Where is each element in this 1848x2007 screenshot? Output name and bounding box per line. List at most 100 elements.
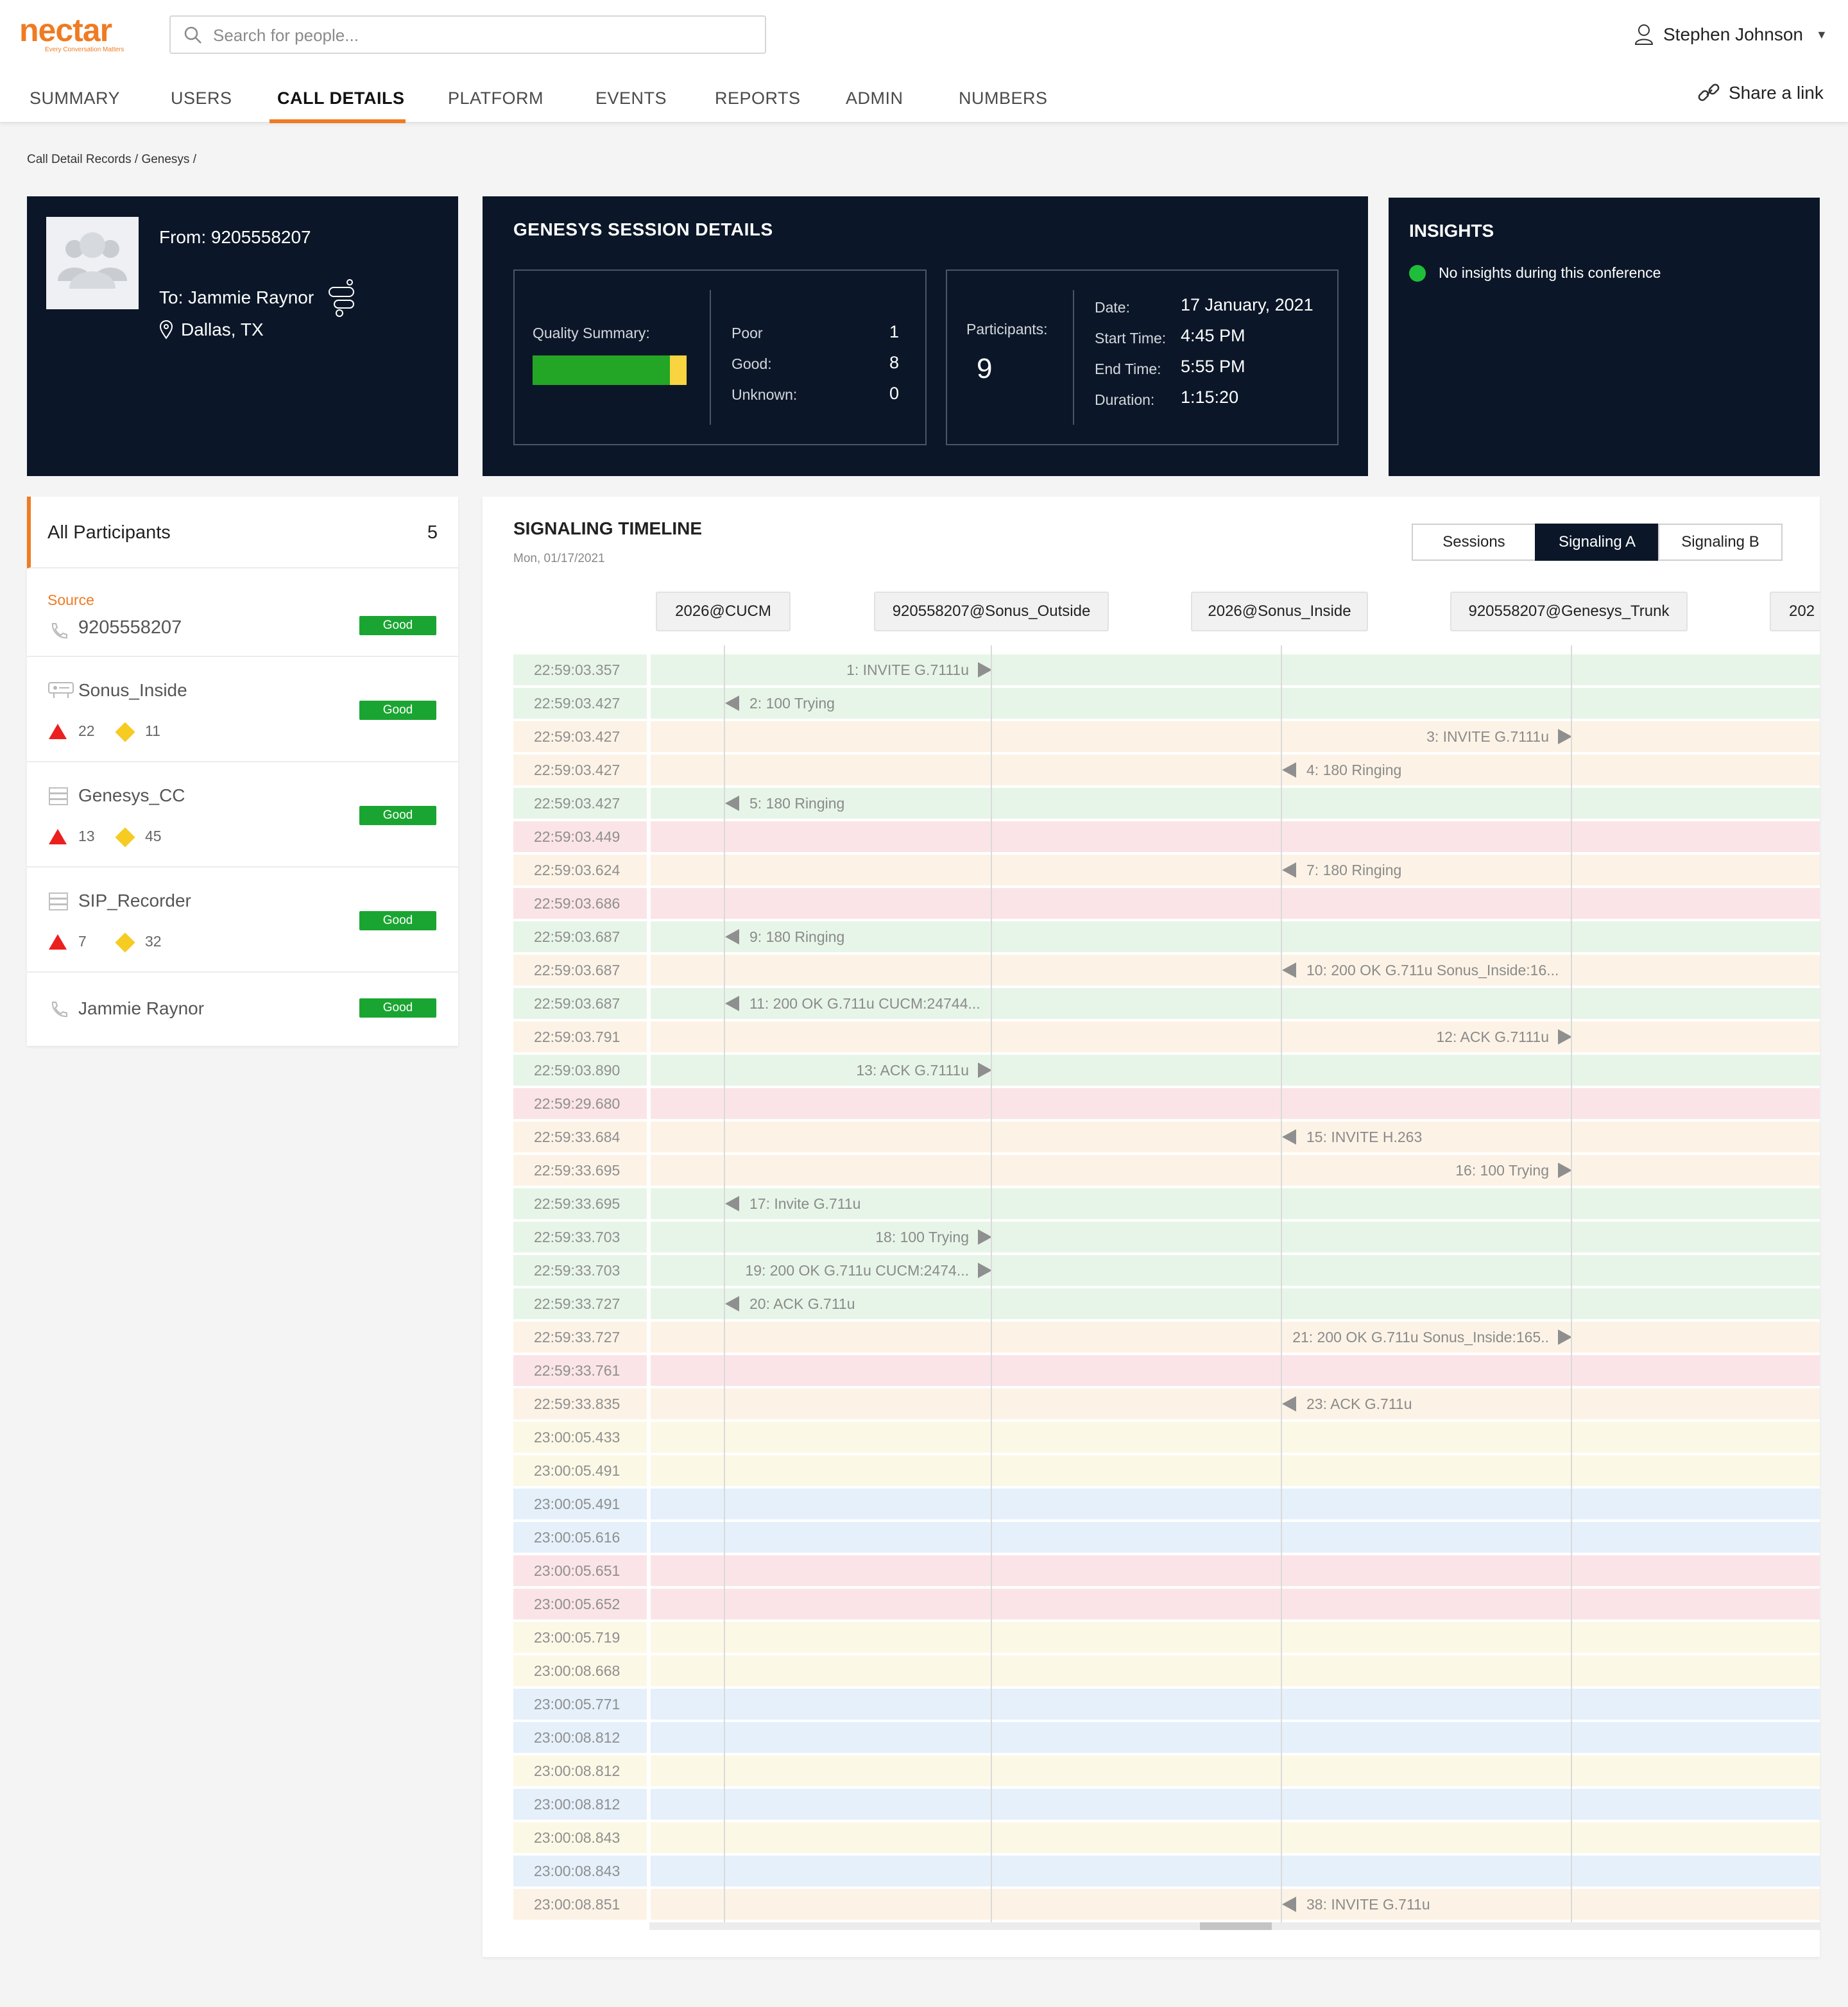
signaling-message[interactable]: 5: 180 Ringing <box>749 788 844 819</box>
timeline-row[interactable]: 22:59:33.727 20: ACK G.711u <box>513 1288 1820 1319</box>
timeline-row[interactable]: 22:59:33.835 23: ACK G.711u <box>513 1388 1820 1419</box>
endpoint-header[interactable]: 2026@Sonus_Inside <box>1191 592 1368 631</box>
signaling-message[interactable]: 16: 100 Trying <box>1281 1155 1549 1186</box>
timeline-row[interactable]: 22:59:03.449 <box>513 821 1820 852</box>
signaling-message[interactable]: 18: 100 Trying <box>724 1222 969 1252</box>
chevron-down-icon[interactable]: ▼ <box>1816 28 1827 42</box>
timestamp: 22:59:33.695 <box>513 1188 647 1219</box>
search-box[interactable] <box>169 15 766 54</box>
timeline-row[interactable]: 22:59:03.427 3: INVITE G.7111u <box>513 721 1820 752</box>
signaling-message[interactable]: 12: ACK G.7111u <box>1281 1021 1549 1052</box>
timeline-row[interactable]: 22:59:03.427 2: 100 Trying <box>513 688 1820 719</box>
timestamp: 23:00:08.812 <box>513 1789 647 1820</box>
participant-row[interactable]: Genesys_CC Good 13 45 <box>27 764 458 867</box>
timeline-lane <box>651 1088 1820 1119</box>
timeline-row[interactable]: 23:00:08.851 38: INVITE G.711u <box>513 1889 1820 1920</box>
timestamp: 22:59:33.761 <box>513 1355 647 1386</box>
participant-row[interactable]: SIP_Recorder Good 7 32 <box>27 869 458 973</box>
timeline-row[interactable]: 23:00:05.616 <box>513 1522 1820 1553</box>
timeline-row[interactable]: 22:59:29.680 <box>513 1088 1820 1119</box>
timeline-row[interactable]: 22:59:03.624 7: 180 Ringing <box>513 855 1820 885</box>
timeline-row[interactable]: 22:59:03.687 11: 200 OK G.711u CUCM:24744… <box>513 988 1820 1019</box>
timeline-row[interactable]: 23:00:05.719 <box>513 1622 1820 1653</box>
timeline-row[interactable]: 22:59:33.703 18: 100 Trying <box>513 1222 1820 1252</box>
end-time-value: 5:55 PM <box>1181 357 1245 376</box>
participant-row[interactable]: Source 9205558207 Good <box>27 570 458 657</box>
tab-reports[interactable]: REPORTS <box>715 89 801 108</box>
timeline-lane <box>651 1622 1820 1653</box>
tab-numbers[interactable]: NUMBERS <box>959 89 1048 108</box>
signaling-message[interactable]: 20: ACK G.711u <box>749 1288 855 1319</box>
sessions-button[interactable]: Sessions <box>1412 524 1536 561</box>
timeline-row[interactable]: 23:00:08.812 <box>513 1755 1820 1786</box>
breadcrumb[interactable]: Call Detail Records / Genesys / <box>27 153 196 167</box>
tab-call-details[interactable]: CALL DETAILS <box>277 89 405 108</box>
share-link-button[interactable]: Share a link <box>1697 81 1824 105</box>
horizontal-scrollbar[interactable] <box>649 1922 1820 1930</box>
timeline-row[interactable]: 22:59:33.761 <box>513 1355 1820 1386</box>
signaling-message[interactable]: 38: INVITE G.711u <box>1306 1889 1430 1920</box>
timeline-row[interactable]: 22:59:33.703 19: 200 OK G.711u CUCM:2474.… <box>513 1255 1820 1286</box>
tab-platform[interactable]: PLATFORM <box>448 89 543 108</box>
timeline-row[interactable]: 22:59:03.687 9: 180 Ringing <box>513 921 1820 952</box>
timeline-row[interactable]: 23:00:05.491 <box>513 1489 1820 1519</box>
tab-events[interactable]: EVENTS <box>595 89 667 108</box>
signaling-message[interactable]: 1: INVITE G.7111u <box>724 654 969 685</box>
timeline-row[interactable]: 23:00:05.652 <box>513 1589 1820 1619</box>
signaling-message[interactable]: 17: Invite G.711u <box>749 1188 860 1219</box>
timeline-row[interactable]: 23:00:08.812 <box>513 1722 1820 1753</box>
participant-row[interactable]: Sonus_Inside Good 22 11 <box>27 658 458 762</box>
timeline-row[interactable]: 22:59:33.695 16: 100 Trying <box>513 1155 1820 1186</box>
timeline-row[interactable]: 23:00:05.433 <box>513 1422 1820 1453</box>
timeline-row[interactable]: 22:59:03.686 <box>513 888 1820 919</box>
all-participants-header[interactable]: All Participants 5 <box>27 497 458 568</box>
timestamp: 22:59:33.703 <box>513 1222 647 1252</box>
signaling-message[interactable]: 7: 180 Ringing <box>1306 855 1401 885</box>
endpoint-header[interactable]: 2026@CUCM <box>656 592 791 631</box>
timeline-row[interactable]: 22:59:03.357 1: INVITE G.7111u <box>513 654 1820 685</box>
signaling-message[interactable]: 21: 200 OK G.711u Sonus_Inside:165.. <box>1281 1322 1549 1353</box>
timestamp: 23:00:05.433 <box>513 1422 647 1453</box>
arrow-right-icon <box>1558 1329 1572 1345</box>
timeline-row[interactable]: 23:00:08.843 <box>513 1856 1820 1886</box>
signaling-b-button[interactable]: Signaling B <box>1658 524 1783 561</box>
nectar-logo[interactable]: nectar Every Conversation Matters <box>19 12 148 53</box>
timeline-row[interactable]: 23:00:05.491 <box>513 1455 1820 1486</box>
tab-summary[interactable]: SUMMARY <box>30 89 120 108</box>
signaling-message[interactable]: 9: 180 Ringing <box>749 921 844 952</box>
timeline-row[interactable]: 22:59:33.684 15: INVITE H.263 <box>513 1122 1820 1152</box>
endpoint-header[interactable]: 920558207@Genesys_Trunk <box>1450 592 1688 631</box>
signaling-message[interactable]: 15: INVITE H.263 <box>1306 1122 1422 1152</box>
signaling-message[interactable]: 19: 200 OK G.711u CUCM:2474... <box>724 1255 969 1286</box>
scrollbar-thumb[interactable] <box>1200 1922 1272 1930</box>
timeline-row[interactable]: 22:59:33.695 17: Invite G.711u <box>513 1188 1820 1219</box>
signaling-message[interactable]: 23: ACK G.711u <box>1306 1388 1412 1419</box>
signaling-message[interactable]: 11: 200 OK G.711u CUCM:24744... <box>749 988 980 1019</box>
search-input[interactable] <box>213 23 752 47</box>
signaling-message[interactable]: 3: INVITE G.7111u <box>1281 721 1549 752</box>
timeline-row[interactable]: 22:59:03.427 5: 180 Ringing <box>513 788 1820 819</box>
timeline-row[interactable]: 22:59:03.687 10: 200 OK G.711u Sonus_Insi… <box>513 955 1820 986</box>
call-path-icon[interactable] <box>327 278 356 317</box>
timeline-row[interactable]: 23:00:08.812 <box>513 1789 1820 1820</box>
arrow-right-icon <box>978 1063 992 1078</box>
signaling-a-button[interactable]: Signaling A <box>1535 524 1659 561</box>
participant-row[interactable]: Jammie Raynor Good <box>27 974 458 1046</box>
timeline-row[interactable]: 23:00:05.651 <box>513 1555 1820 1586</box>
timeline-row[interactable]: 23:00:08.843 <box>513 1822 1820 1853</box>
timeline-row[interactable]: 22:59:03.791 12: ACK G.7111u <box>513 1021 1820 1052</box>
signaling-message[interactable]: 10: 200 OK G.711u Sonus_Inside:16... <box>1306 955 1559 986</box>
timeline-row[interactable]: 23:00:08.668 <box>513 1655 1820 1686</box>
tab-users[interactable]: USERS <box>171 89 232 108</box>
timeline-row[interactable]: 23:00:05.771 <box>513 1689 1820 1720</box>
signaling-message[interactable]: 2: 100 Trying <box>749 688 835 719</box>
endpoint-header[interactable]: 920558207@Sonus_Outside <box>874 592 1109 631</box>
tab-admin[interactable]: ADMIN <box>846 89 903 108</box>
user-menu[interactable]: Stephen Johnson ▼ <box>1634 21 1827 49</box>
signaling-message[interactable]: 13: ACK G.7111u <box>724 1055 969 1086</box>
timeline-row[interactable]: 22:59:33.727 21: 200 OK G.711u Sonus_Insi… <box>513 1322 1820 1353</box>
timeline-row[interactable]: 22:59:03.427 4: 180 Ringing <box>513 755 1820 785</box>
signaling-message[interactable]: 4: 180 Ringing <box>1306 755 1401 785</box>
endpoint-header[interactable]: 202 <box>1770 592 1820 631</box>
timeline-row[interactable]: 22:59:03.890 13: ACK G.7111u <box>513 1055 1820 1086</box>
